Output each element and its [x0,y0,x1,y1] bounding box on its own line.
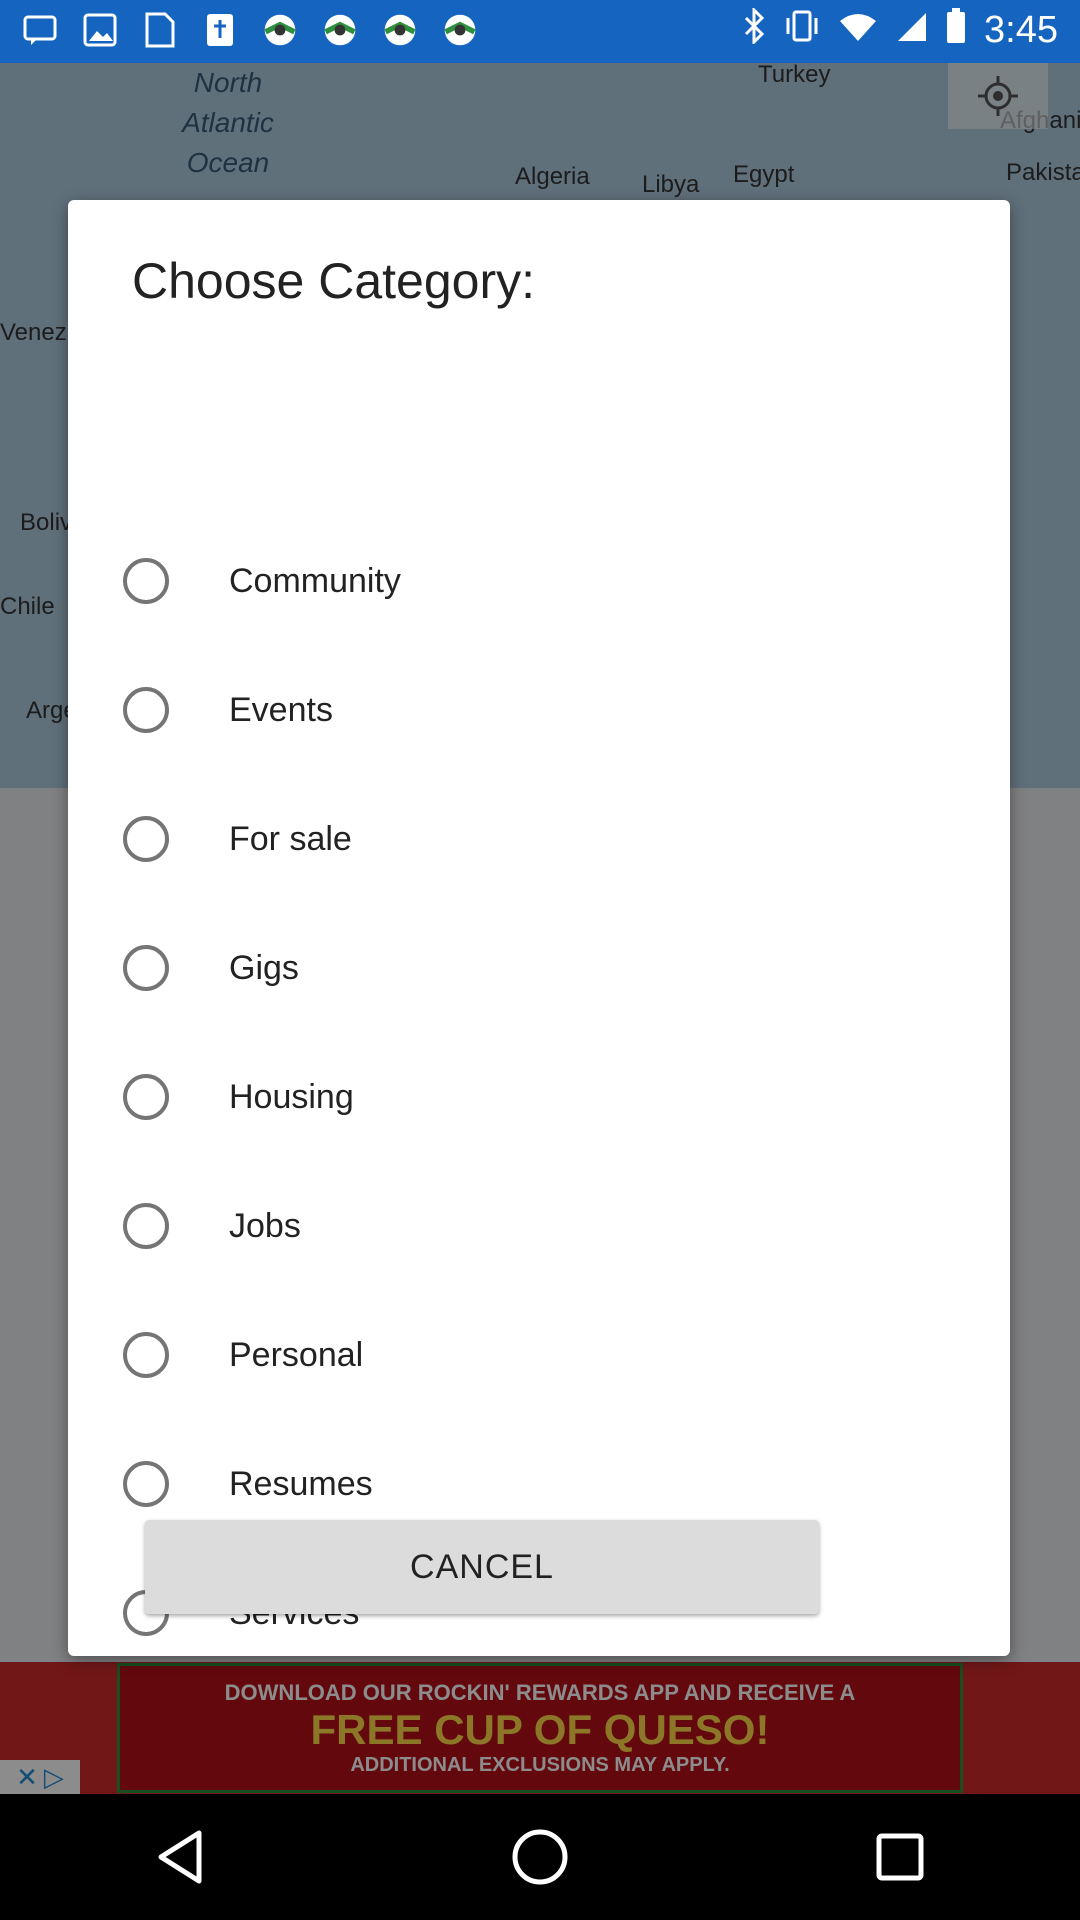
soccer-icon [382,10,418,50]
choose-category-dialog: Choose Category: Community Events For sa… [68,200,1010,1656]
signal-icon [896,10,928,52]
bible-icon [202,10,238,50]
soccer-icon [442,10,478,50]
option-housing[interactable]: Housing [68,1033,1010,1161]
battery-icon [946,8,966,53]
wifi-icon [838,10,878,52]
option-events[interactable]: Events [68,646,1010,774]
cancel-button[interactable]: CANCEL [145,1520,819,1614]
image-icon [82,10,118,50]
option-label: Housing [229,1077,354,1116]
clock: 3:45 [984,9,1058,51]
file-icon [142,10,178,50]
dialog-title: Choose Category: [132,253,536,309]
option-jobs[interactable]: Jobs [68,1162,1010,1290]
navigation-bar [0,1794,1080,1920]
option-gigs[interactable]: Gigs [68,904,1010,1032]
back-icon[interactable] [145,1822,215,1892]
recents-icon[interactable] [865,1822,935,1892]
radio-button[interactable] [123,1332,169,1378]
radio-button[interactable] [123,816,169,862]
bluetooth-icon [744,6,766,53]
message-icon [22,10,58,50]
radio-button[interactable] [123,1203,169,1249]
option-community[interactable]: Community [68,517,1010,645]
option-label: Events [229,690,333,729]
option-label: Personal [229,1335,364,1374]
option-for-sale[interactable]: For sale [68,775,1010,903]
option-label: Jobs [229,1206,301,1245]
soccer-icon [322,10,358,50]
vibrate-icon [784,8,820,53]
radio-button[interactable] [123,687,169,733]
radio-button[interactable] [123,1461,169,1507]
option-label: Gigs [229,948,299,987]
option-personal[interactable]: Personal [68,1291,1010,1419]
option-label: Community [229,561,401,600]
option-label: Resumes [229,1464,373,1503]
radio-button[interactable] [123,558,169,604]
home-icon[interactable] [505,1822,575,1892]
status-bar: 3:45 [0,0,1080,63]
radio-button[interactable] [123,1074,169,1120]
soccer-icon [262,10,298,50]
radio-button[interactable] [123,945,169,991]
option-label: For sale [229,819,352,858]
